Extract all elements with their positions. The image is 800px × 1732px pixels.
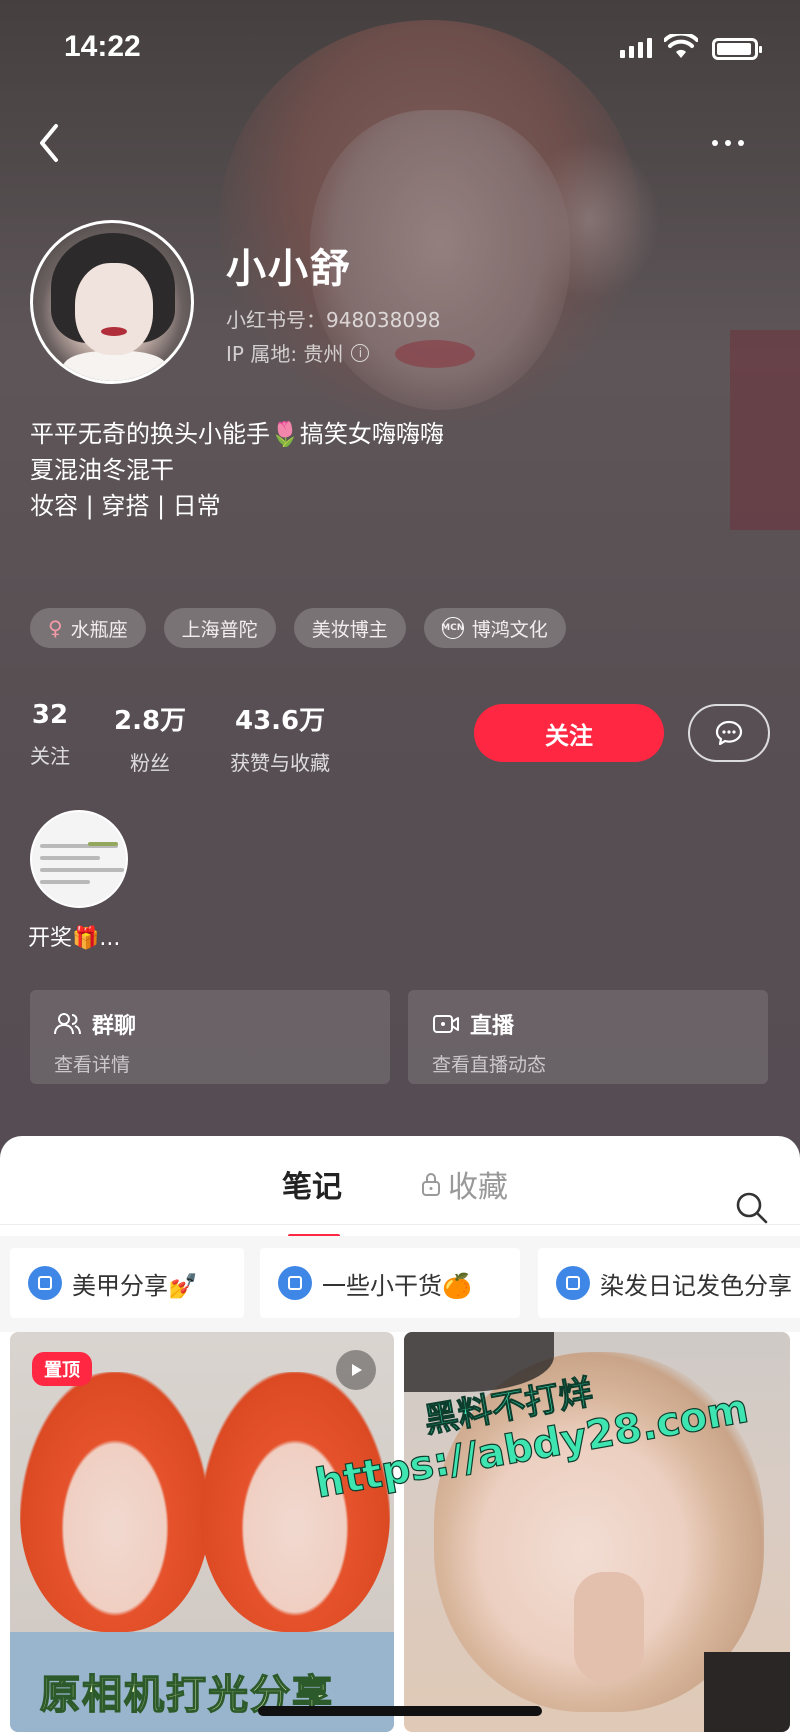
tag-label: 上海普陀 (181, 618, 258, 641)
search-icon[interactable] (734, 1190, 770, 1226)
card-subtitle: 查看直播动态 (432, 1054, 547, 1076)
bio-line: 夏混油冬混干 (30, 456, 174, 484)
tag-location[interactable]: 上海普陀 (163, 608, 276, 648)
tag-label: 博鸿文化 (471, 618, 548, 641)
stat-value: 2.8万 (114, 706, 187, 736)
profile-tags: ♀ 水瓶座 上海普陀 美妆博主 MCN 博鸿文化 (30, 608, 566, 648)
album-label: 美甲分享💅 (72, 1271, 198, 1300)
group-chat-card[interactable]: 群聊 查看详情 (30, 990, 390, 1084)
ip-location: IP 属地: 贵州 i (226, 338, 370, 367)
play-icon (336, 1350, 376, 1390)
tab-divider (0, 1224, 800, 1225)
battery-icon (712, 38, 762, 60)
stat-label: 粉丝 (130, 751, 171, 775)
live-card[interactable]: 直播 查看直播动态 (408, 990, 768, 1084)
avatar[interactable] (30, 220, 194, 384)
note-card-pinned[interactable]: 置顶 原相机打光分享 (10, 1332, 394, 1732)
content-tabs: 笔记 收藏 (0, 1162, 800, 1238)
stat-followers[interactable]: 2.8万 粉丝 (114, 700, 186, 776)
group-highlight-label: 开奖🎁... (28, 926, 121, 951)
status-bar: 14:22 (0, 0, 800, 100)
message-button[interactable] (688, 704, 770, 762)
bio-line: 妆容 | 穿搭 | 日常 (30, 492, 221, 520)
tag-zodiac[interactable]: ♀ 水瓶座 (30, 608, 146, 648)
tag-label: 美妆博主 (311, 618, 388, 641)
pinned-badge: 置顶 (32, 1352, 92, 1386)
tag-category[interactable]: 美妆博主 (293, 608, 406, 648)
home-indicator (258, 1706, 542, 1716)
back-button[interactable] (30, 118, 70, 168)
stat-value: 43.6万 (234, 706, 326, 736)
info-icon[interactable]: i (351, 343, 370, 362)
stat-following[interactable]: 32 关注 (30, 700, 70, 776)
album-item[interactable]: 美甲分享💅 (10, 1248, 244, 1318)
album-icon (278, 1266, 312, 1300)
profile-stats: 32 关注 2.8万 粉丝 43.6万 获赞与收藏 (30, 700, 330, 776)
album-label: 染发日记发色分享 (600, 1271, 792, 1300)
ip-location-text: IP 属地: 贵州 (226, 342, 344, 366)
mcn-icon: MCN (441, 617, 464, 639)
album-item[interactable]: 染发日记发色分享 (538, 1248, 800, 1318)
tag-label: 水瓶座 (70, 618, 128, 641)
card-title: 直播 (470, 1014, 515, 1039)
stat-label: 获赞与收藏 (230, 751, 331, 775)
cellular-signal-icon (620, 38, 652, 58)
group-thumbnail (30, 810, 128, 908)
bio-line: 平平无奇的换头小能手🌷搞笑女嗨嗨嗨 (30, 420, 444, 448)
stat-value: 32 (31, 700, 69, 730)
card-subtitle: 查看详情 (54, 1054, 131, 1076)
group-chat-icon (54, 1013, 81, 1035)
tag-mcn[interactable]: MCN 博鸿文化 (423, 608, 566, 648)
album-icon (28, 1266, 62, 1300)
status-time: 14:22 (64, 30, 141, 63)
album-label: 一些小干货🍊 (322, 1271, 472, 1300)
group-highlight[interactable] (30, 810, 130, 908)
wifi-icon (664, 34, 698, 58)
venus-icon: ♀ (48, 616, 63, 640)
stat-label: 关注 (30, 744, 70, 768)
tab-label: 收藏 (448, 1170, 508, 1205)
tab-notes[interactable]: 笔记 (282, 1162, 342, 1206)
more-options-button[interactable] (712, 128, 762, 158)
live-icon (433, 1015, 459, 1033)
red-id[interactable]: 小红书号：948038098 (226, 304, 441, 333)
profile-bio: 平平无奇的换头小能手🌷搞笑女嗨嗨嗨 夏混油冬混干 妆容 | 穿搭 | 日常 (30, 416, 444, 524)
lock-icon (422, 1173, 440, 1196)
stat-likes-collects[interactable]: 43.6万 获赞与收藏 (230, 700, 330, 776)
follow-button[interactable]: 关注 (474, 704, 664, 762)
album-item[interactable]: 一些小干货🍊 (260, 1248, 520, 1318)
card-title: 群聊 (92, 1014, 137, 1039)
album-icon (556, 1266, 590, 1300)
profile-name: 小小舒 (226, 246, 352, 292)
tab-collections[interactable]: 收藏 (420, 1162, 508, 1206)
album-list: 美甲分享💅 一些小干货🍊 染发日记发色分享 (0, 1236, 800, 1332)
chat-bubble-icon (715, 720, 743, 746)
